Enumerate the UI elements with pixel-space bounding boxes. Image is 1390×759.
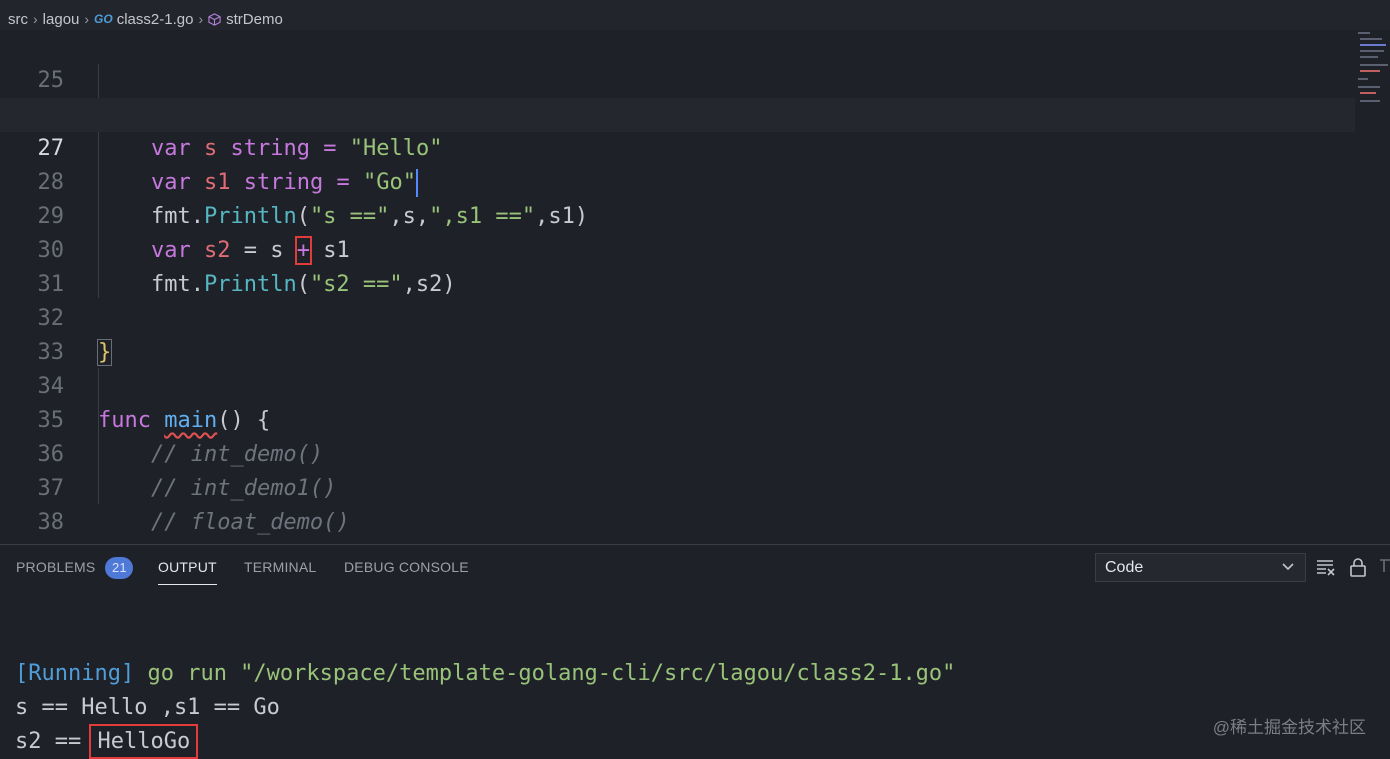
code-line[interactable]: 34 func main() { [0,336,1355,433]
code-line[interactable]: 26 var s string = "Hello" [0,64,1355,161]
code-line[interactable]: 25 func strDemo() { [0,30,1355,128]
output-channel-select[interactable]: Code [1095,553,1306,582]
code-line[interactable]: 38 strDemo() [0,472,1355,569]
problems-count-badge: 21 [105,557,134,580]
minimap[interactable] [1356,30,1390,110]
code-line[interactable]: 36 // int_demo1() [0,404,1355,501]
pin-icon[interactable] [1378,556,1390,578]
code-line[interactable]: 39 } [0,506,1355,603]
tab-terminal[interactable]: TERMINAL [244,545,316,589]
code-line[interactable]: 31 [0,234,1355,297]
chevron-right-icon: › [33,11,38,27]
code-line-current[interactable]: 27 var s1 string = "Go" [0,98,1355,197]
breadcrumb-item-file[interactable]: class2-1.go [117,11,194,28]
code-line[interactable]: 37 // float_demo() [0,438,1355,535]
lock-icon[interactable] [1347,556,1369,578]
watermark: @稀土掘金技术社区 [1212,718,1366,737]
clear-output-icon[interactable] [1315,556,1337,578]
method-cube-icon [208,12,221,26]
chevron-right-icon: › [84,11,90,27]
code-line[interactable]: 30 fmt.Println("s2 ==",s2) [0,200,1355,297]
code-line[interactable]: 35 // int_demo() [0,370,1355,467]
running-tag: [Running] [15,661,135,686]
output-line-prefix: s2 == [15,729,95,754]
output-log[interactable]: [Running] go run "/workspace/template-go… [15,623,955,759]
code-line[interactable]: 32 } [0,268,1355,366]
chevron-right-icon: › [198,11,204,27]
code-line[interactable]: 29 var s2 = s + s1 [0,166,1355,265]
breadcrumb-item-lagou[interactable]: lagou [43,11,80,28]
tab-problems[interactable]: PROBLEMS 21 [16,545,134,589]
code-editor[interactable]: 25 func strDemo() { 26 var s string = "H… [0,30,1390,603]
tab-debug-console[interactable]: DEBUG CONSOLE [344,545,469,589]
tab-output[interactable]: OUTPUT [158,545,217,589]
run-command: go run "/workspace/template-golang-cli/s… [147,661,956,686]
breadcrumb-item-symbol[interactable]: strDemo [226,11,283,28]
chevron-down-icon [1281,554,1295,590]
output-line: s == Hello ,s1 == Go [15,695,280,720]
code-line[interactable]: 28 fmt.Println("s ==",s,",s1 ==",s1) [0,132,1355,229]
bottom-panel: PROBLEMS 21 OUTPUT TERMINAL DEBUG CONSOLE… [0,544,1390,759]
go-file-icon: GO [94,12,113,26]
highlighted-output-value: HelloGo [89,724,199,759]
code-line[interactable]: 33 [0,302,1355,365]
panel-tabs: PROBLEMS 21 OUTPUT TERMINAL DEBUG CONSOLE… [0,545,1390,589]
breadcrumb-item-src[interactable]: src [8,11,28,28]
